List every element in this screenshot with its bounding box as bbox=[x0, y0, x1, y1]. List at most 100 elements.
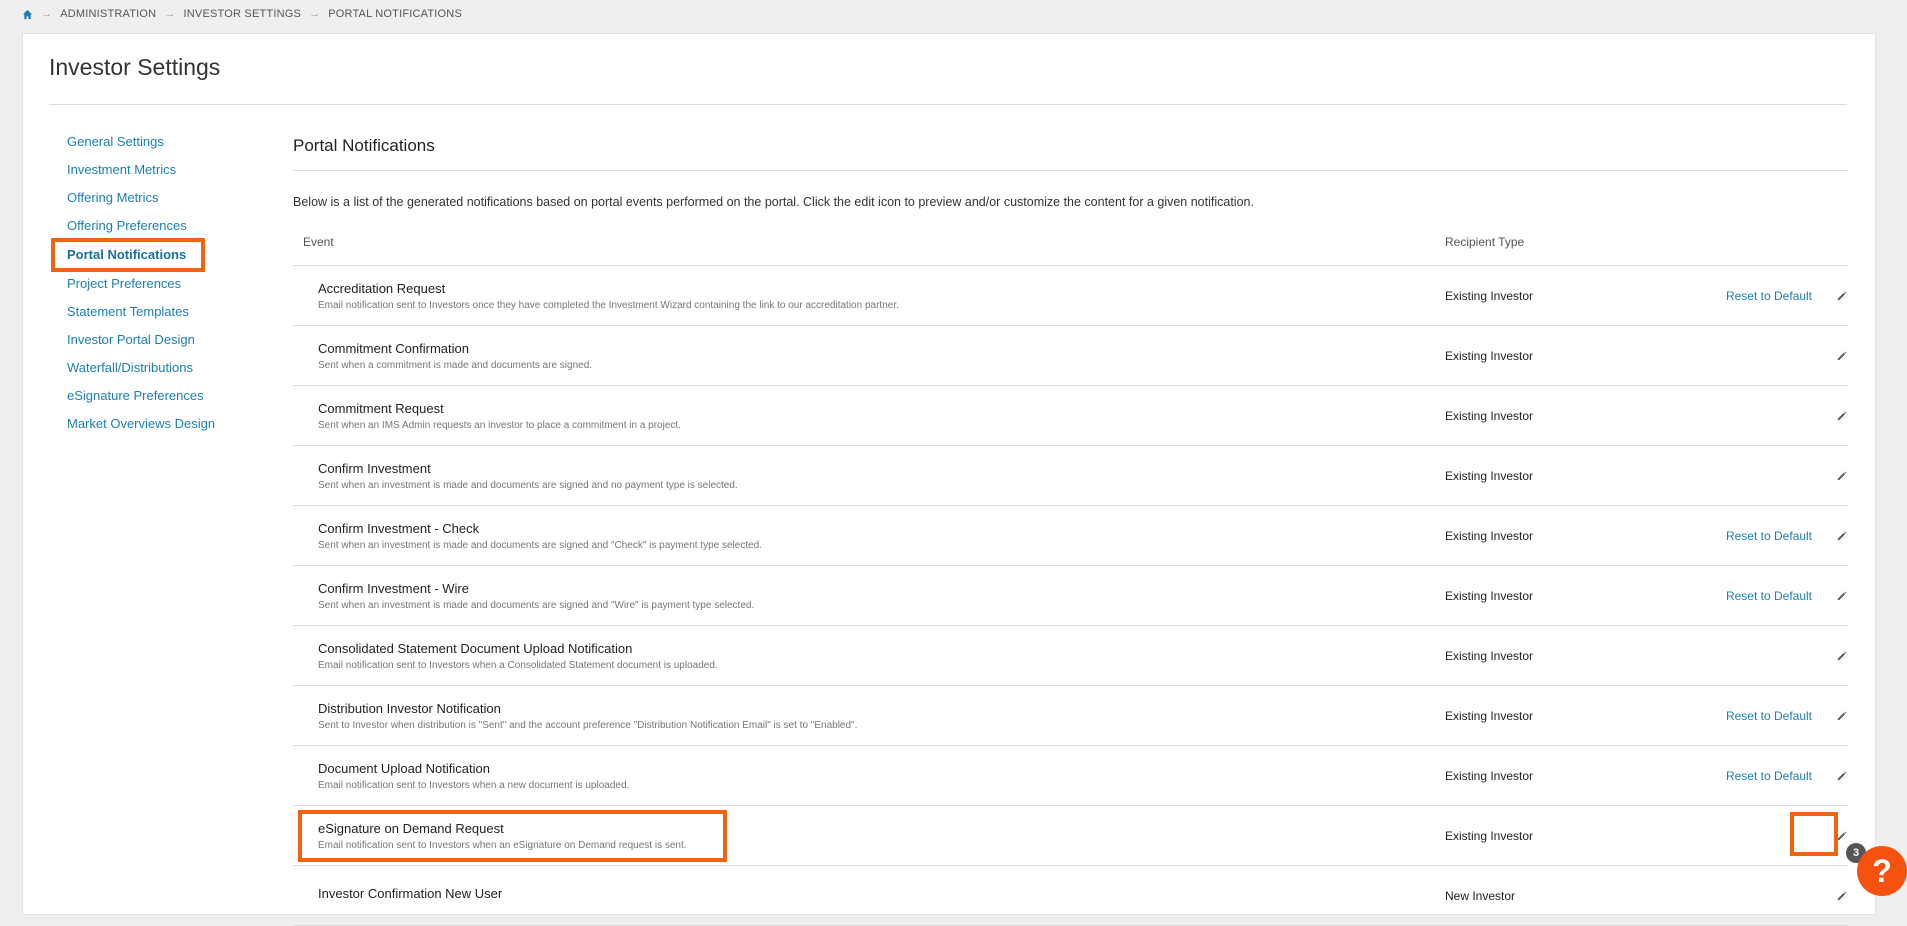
pencil-icon[interactable] bbox=[1834, 409, 1848, 423]
event-description: Sent to Investor when distribution is "S… bbox=[318, 719, 858, 731]
event-title: Distribution Investor Notification bbox=[318, 700, 501, 716]
sidebar-item-investor-portal-design[interactable]: Investor Portal Design bbox=[67, 326, 267, 354]
event-cell: Commitment Request Sent when an IMS Admin… bbox=[293, 401, 1445, 431]
breadcrumb-item-portal-notifications: PORTAL NOTIFICATIONS bbox=[328, 8, 462, 20]
recipient-type: Existing Investor bbox=[1445, 768, 1534, 783]
notifications-table-body: Accreditation Request Email notification … bbox=[293, 266, 1848, 926]
event-description: Sent when a commitment is made and docum… bbox=[318, 359, 593, 371]
reset-to-default-link[interactable]: Reset to Default bbox=[1726, 289, 1812, 303]
sidebar-item-waterfall-distributions[interactable]: Waterfall/Distributions bbox=[67, 354, 267, 382]
recipient-type: Existing Investor bbox=[1445, 408, 1534, 423]
help-icon[interactable]: ? bbox=[1857, 846, 1907, 896]
row-actions bbox=[1625, 829, 1848, 843]
event-title: eSignature on Demand Request bbox=[318, 820, 504, 836]
event-title: Confirm Investment bbox=[318, 460, 431, 476]
sidebar-item-statement-templates[interactable]: Statement Templates bbox=[67, 298, 267, 326]
table-row: Confirm Investment - Wire Sent when an in… bbox=[293, 566, 1848, 626]
pencil-icon[interactable] bbox=[1834, 829, 1848, 843]
recipient-type: New Investor bbox=[1445, 888, 1516, 903]
event-description: Sent when an investment is made and docu… bbox=[318, 479, 738, 491]
table-row: Investor Confirmation New User New Invest… bbox=[293, 866, 1848, 926]
table-header: Event Recipient Type bbox=[293, 235, 1848, 266]
recipient-type: Existing Investor bbox=[1445, 468, 1534, 483]
divider bbox=[293, 170, 1848, 171]
table-row: Document Upload Notification Email notifi… bbox=[293, 746, 1848, 806]
pencil-icon[interactable] bbox=[1834, 649, 1848, 663]
event-description: Email notification sent to Investors onc… bbox=[318, 299, 899, 311]
table-row: Confirm Investment Sent when an investmen… bbox=[293, 446, 1848, 506]
recipient-type: Existing Investor bbox=[1445, 708, 1534, 723]
sidebar-item-offering-preferences[interactable]: Offering Preferences bbox=[67, 212, 267, 240]
event-title: Consolidated Statement Document Upload N… bbox=[318, 640, 633, 656]
row-actions bbox=[1625, 649, 1848, 663]
event-description: Sent when an IMS Admin requests an inves… bbox=[318, 419, 681, 431]
event-cell: Confirm Investment Sent when an investmen… bbox=[293, 461, 1445, 491]
event-cell: Investor Confirmation New User bbox=[293, 886, 1445, 905]
pencil-icon[interactable] bbox=[1834, 589, 1848, 603]
recipient-type: Existing Investor bbox=[1445, 648, 1534, 663]
pencil-icon[interactable] bbox=[1834, 289, 1848, 303]
settings-card: Investor Settings General Settings Inves… bbox=[22, 33, 1876, 926]
sidebar-item-investment-metrics[interactable]: Investment Metrics bbox=[67, 156, 267, 184]
event-title: Commitment Confirmation bbox=[318, 340, 469, 356]
table-row: Accreditation Request Email notification … bbox=[293, 266, 1848, 326]
event-cell: Confirm Investment - Check Sent when an i… bbox=[293, 521, 1445, 551]
sidebar-item-portal-notifications[interactable]: Portal Notifications bbox=[51, 238, 205, 272]
table-row: eSignature on Demand Request Email notifi… bbox=[293, 806, 1848, 866]
pencil-icon[interactable] bbox=[1834, 769, 1848, 783]
recipient-type: Existing Investor bbox=[1445, 828, 1534, 843]
breadcrumb-item-administration[interactable]: ADMINISTRATION bbox=[60, 8, 156, 20]
row-actions: Reset to Default bbox=[1625, 709, 1848, 723]
event-description: Email notification sent to Investors whe… bbox=[318, 839, 687, 851]
event-description: Email notification sent to Investors whe… bbox=[318, 659, 718, 671]
breadcrumb-item-investor-settings[interactable]: INVESTOR SETTINGS bbox=[184, 8, 302, 20]
event-title: Accreditation Request bbox=[318, 280, 446, 296]
row-actions bbox=[1625, 889, 1848, 903]
pencil-icon[interactable] bbox=[1834, 709, 1848, 723]
table-row: Confirm Investment - Check Sent when an i… bbox=[293, 506, 1848, 566]
event-cell: Confirm Investment - Wire Sent when an in… bbox=[293, 581, 1445, 611]
event-cell: Distribution Investor Notification Sent t… bbox=[293, 701, 1445, 731]
row-actions bbox=[1625, 349, 1848, 363]
row-actions: Reset to Default bbox=[1625, 529, 1848, 543]
event-title: Commitment Request bbox=[318, 400, 444, 416]
event-title: Confirm Investment - Wire bbox=[318, 580, 469, 596]
reset-to-default-link[interactable]: Reset to Default bbox=[1726, 709, 1812, 723]
sidebar-item-project-preferences[interactable]: Project Preferences bbox=[67, 270, 267, 298]
sidebar-item-general-settings[interactable]: General Settings bbox=[67, 128, 267, 156]
event-description: Email notification sent to Investors whe… bbox=[318, 779, 630, 791]
divider bbox=[49, 104, 1847, 105]
table-row: Commitment Confirmation Sent when a commi… bbox=[293, 326, 1848, 386]
sidebar-item-offering-metrics[interactable]: Offering Metrics bbox=[67, 184, 267, 212]
pencil-icon[interactable] bbox=[1834, 349, 1848, 363]
pencil-icon[interactable] bbox=[1834, 469, 1848, 483]
sidebar-item-esignature-preferences[interactable]: eSignature Preferences bbox=[67, 382, 267, 410]
portal-notifications-panel: Portal Notifications Below is a list of … bbox=[293, 116, 1848, 926]
pencil-icon[interactable] bbox=[1834, 889, 1848, 903]
event-cell: Accreditation Request Email notification … bbox=[293, 281, 1445, 311]
event-title: Confirm Investment - Check bbox=[318, 520, 480, 536]
page-title: Investor Settings bbox=[49, 54, 221, 80]
row-actions: Reset to Default bbox=[1625, 589, 1848, 603]
row-actions bbox=[1625, 469, 1848, 483]
column-header-event: Event bbox=[303, 235, 334, 249]
reset-to-default-link[interactable]: Reset to Default bbox=[1726, 529, 1812, 543]
recipient-type: Existing Investor bbox=[1445, 288, 1534, 303]
event-cell: Document Upload Notification Email notifi… bbox=[293, 761, 1445, 791]
table-row: Consolidated Statement Document Upload N… bbox=[293, 626, 1848, 686]
reset-to-default-link[interactable]: Reset to Default bbox=[1726, 589, 1812, 603]
event-description: Sent when an investment is made and docu… bbox=[318, 599, 755, 611]
event-cell: Commitment Confirmation Sent when a commi… bbox=[293, 341, 1445, 371]
pencil-icon[interactable] bbox=[1834, 529, 1848, 543]
home-icon[interactable] bbox=[22, 9, 33, 20]
row-actions: Reset to Default bbox=[1625, 289, 1848, 303]
reset-to-default-link[interactable]: Reset to Default bbox=[1726, 769, 1812, 783]
breadcrumb-separator-icon: → bbox=[164, 8, 176, 20]
breadcrumb-separator-icon: → bbox=[309, 8, 321, 20]
event-description: Sent when an investment is made and docu… bbox=[318, 539, 763, 551]
recipient-type: Existing Investor bbox=[1445, 348, 1534, 363]
column-header-recipient-type: Recipient Type bbox=[1445, 235, 1525, 249]
event-title: Document Upload Notification bbox=[318, 760, 490, 776]
sidebar-item-market-overviews-design[interactable]: Market Overviews Design bbox=[67, 410, 267, 438]
breadcrumb: → ADMINISTRATION → INVESTOR SETTINGS → P… bbox=[22, 8, 462, 20]
